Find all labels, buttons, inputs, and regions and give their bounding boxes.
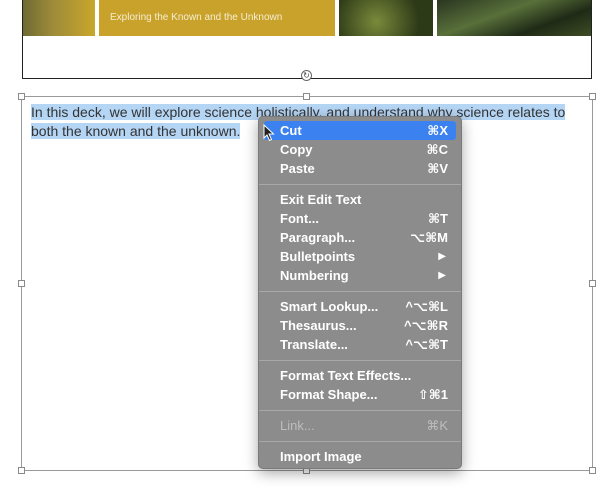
menu-separator: [259, 441, 461, 442]
menu-item-exit-edit-text[interactable]: Exit Edit Text: [264, 190, 456, 209]
menu-item-label: Translate...: [280, 337, 348, 352]
submenu-arrow-icon: ▶: [438, 251, 446, 262]
menu-item-link: Link... ⌘K: [264, 416, 456, 435]
image-tile: [23, 0, 95, 36]
menu-item-import-image[interactable]: Import Image: [264, 447, 456, 466]
menu-separator: [259, 184, 461, 185]
menu-item-label: Bulletpoints: [280, 249, 356, 264]
resize-handle[interactable]: [303, 93, 310, 100]
menu-item-label: Numbering: [280, 268, 349, 283]
menu-shortcut: ⌘V: [427, 161, 448, 176]
menu-item-thesaurus[interactable]: Thesaurus... ^⌥⌘R: [264, 316, 456, 335]
menu-shortcut: ^⌥⌘R: [403, 318, 448, 333]
resize-handle[interactable]: [589, 93, 596, 100]
menu-shortcut: ⌘C: [426, 142, 448, 157]
menu-item-cut[interactable]: Cut ⌘X: [264, 121, 456, 140]
menu-item-copy[interactable]: Copy ⌘C: [264, 140, 456, 159]
menu-item-label: Format Shape...: [280, 387, 378, 402]
menu-item-numbering[interactable]: Numbering ▶: [264, 266, 456, 285]
menu-item-label: Format Text Effects...: [280, 368, 412, 383]
menu-item-format-shape[interactable]: Format Shape... ⇧⌘1: [264, 385, 456, 404]
resize-handle[interactable]: [589, 467, 596, 474]
menu-shortcut: ⌥⌘M: [410, 230, 448, 245]
menu-item-label: Paragraph...: [280, 230, 356, 245]
resize-handle[interactable]: [18, 467, 25, 474]
slide-title-frame[interactable]: Exploring the Known and the Unknown: [22, 0, 592, 79]
resize-handle[interactable]: [18, 93, 25, 100]
menu-item-label: Copy: [280, 142, 313, 157]
menu-shortcut: ⌘T: [427, 211, 448, 226]
resize-handle[interactable]: [18, 280, 25, 287]
resize-handle[interactable]: [589, 280, 596, 287]
menu-shortcut: ⇧⌘1: [417, 387, 448, 402]
slide-subtitle: Exploring the Known and the Unknown: [110, 12, 283, 23]
menu-shortcut: ^⌥⌘L: [405, 299, 448, 314]
menu-item-paste[interactable]: Paste ⌘V: [264, 159, 456, 178]
image-tile: [339, 0, 433, 36]
menu-item-smart-lookup[interactable]: Smart Lookup... ^⌥⌘L: [264, 297, 456, 316]
menu-separator: [259, 410, 461, 411]
menu-item-translate[interactable]: Translate... ^⌥⌘T: [264, 335, 456, 354]
title-image-strip: Exploring the Known and the Unknown: [23, 0, 591, 36]
image-tile: [437, 0, 591, 36]
menu-item-label: Exit Edit Text: [280, 192, 362, 207]
menu-separator: [259, 360, 461, 361]
menu-item-label: Link...: [280, 418, 315, 433]
menu-item-label: Cut: [280, 123, 302, 138]
menu-item-label: Import Image: [280, 449, 362, 464]
menu-shortcut: ⌘K: [426, 418, 448, 433]
menu-separator: [259, 291, 461, 292]
menu-shortcut: ^⌥⌘T: [405, 337, 448, 352]
menu-item-label: Paste: [280, 161, 315, 176]
menu-item-label: Thesaurus...: [280, 318, 357, 333]
menu-item-paragraph[interactable]: Paragraph... ⌥⌘M: [264, 228, 456, 247]
menu-item-bulletpoints[interactable]: Bulletpoints ▶: [264, 247, 456, 266]
menu-item-font[interactable]: Font... ⌘T: [264, 209, 456, 228]
menu-item-format-text-effects[interactable]: Format Text Effects...: [264, 366, 456, 385]
mouse-pointer-icon: [263, 124, 275, 142]
menu-item-label: Font...: [280, 211, 319, 226]
context-menu: Cut ⌘X Copy ⌘C Paste ⌘V Exit Edit Text Font…: [258, 116, 462, 469]
menu-item-label: Smart Lookup...: [280, 299, 379, 314]
title-banner: Exploring the Known and the Unknown: [99, 0, 335, 36]
rotate-handle-icon[interactable]: ↻: [301, 70, 312, 81]
submenu-arrow-icon: ▶: [438, 270, 446, 281]
menu-shortcut: ⌘X: [427, 123, 448, 138]
